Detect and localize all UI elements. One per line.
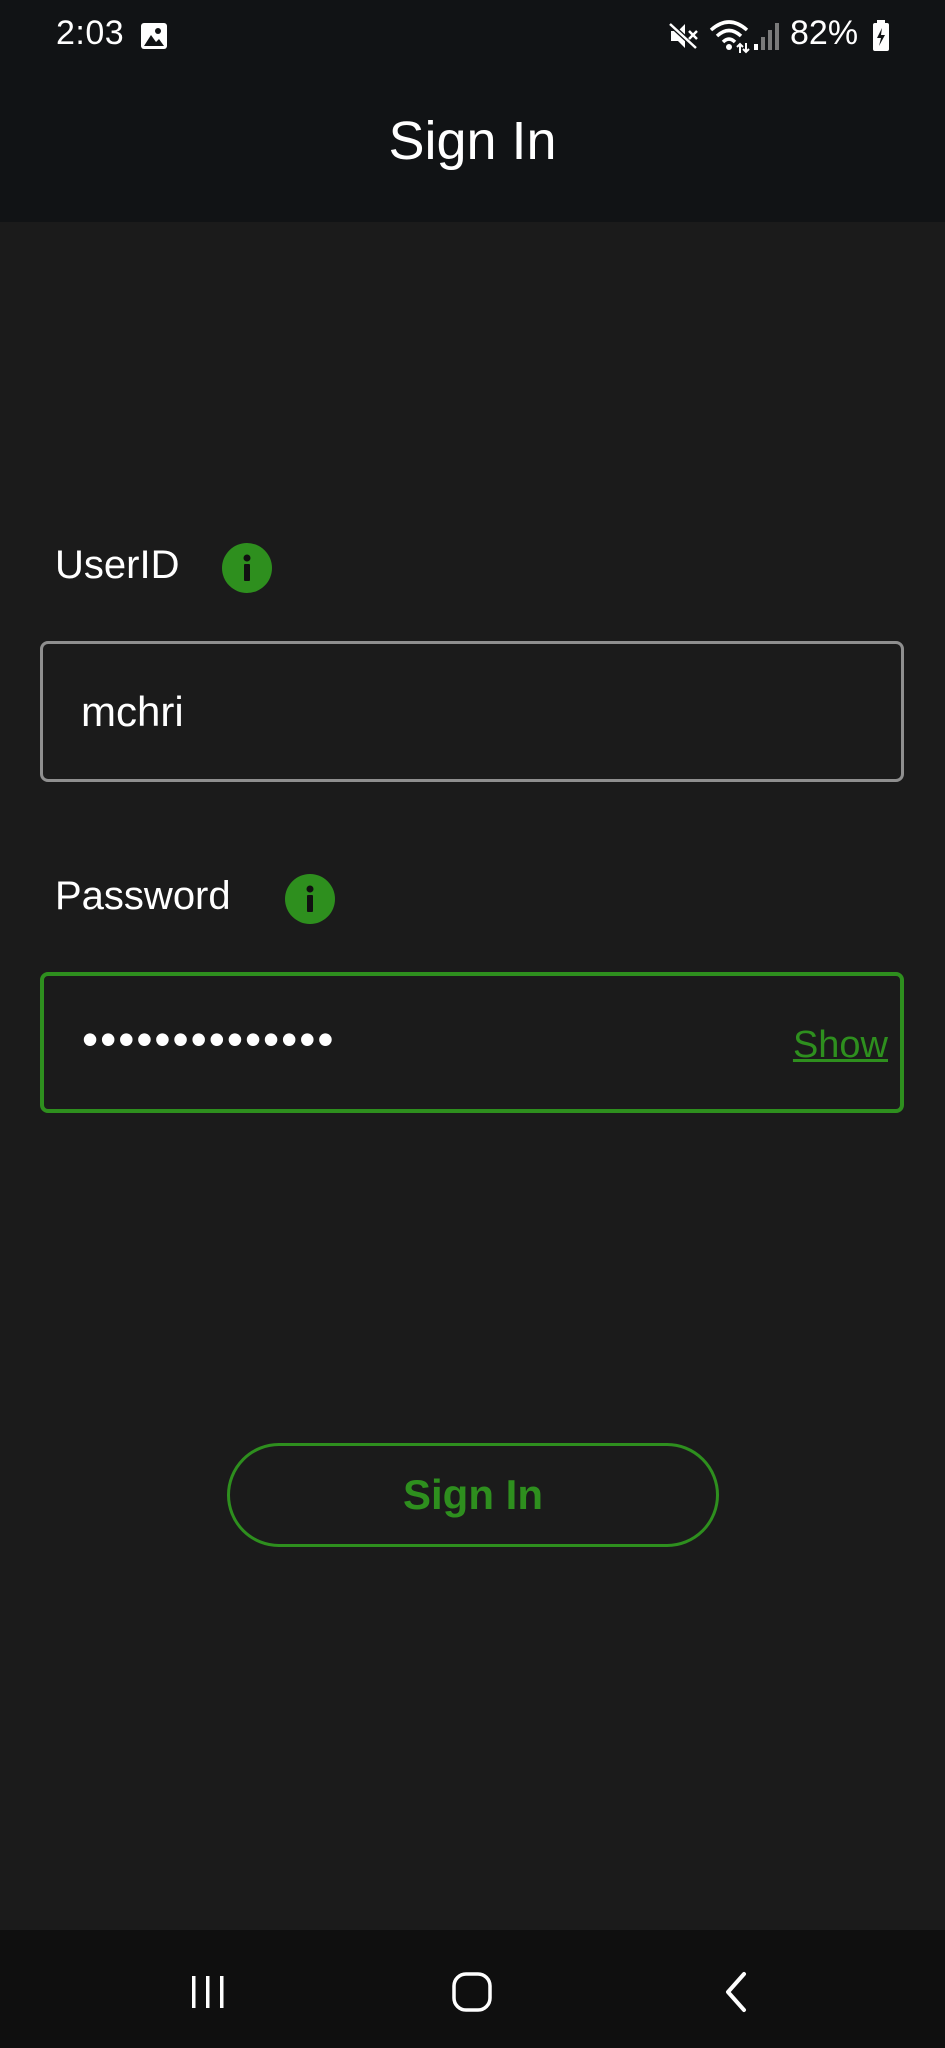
- gallery-icon: [140, 22, 168, 50]
- app-bar: Sign In: [0, 72, 945, 222]
- userid-value: mchri: [81, 688, 184, 735]
- show-password-toggle[interactable]: Show: [793, 1024, 888, 1067]
- battery-percentage: 82%: [790, 14, 859, 52]
- navigation-bar: [0, 1930, 945, 2048]
- status-time: 2:03: [56, 14, 125, 52]
- userid-label: UserID: [55, 543, 180, 587]
- wifi-icon: [708, 18, 750, 54]
- password-info-icon[interactable]: [285, 874, 335, 924]
- signal-icon: [752, 20, 782, 52]
- sign-in-button[interactable]: Sign In: [227, 1443, 719, 1547]
- back-icon[interactable]: [708, 1964, 764, 2020]
- status-bar: 2:03 82%: [0, 0, 945, 72]
- userid-info-icon[interactable]: [222, 543, 272, 593]
- recents-icon[interactable]: [180, 1964, 236, 2020]
- sign-in-screen: 2:03 82% Sign In UserID mchri Password •…: [0, 0, 945, 2048]
- password-value: ••••••••••••••: [82, 1013, 336, 1065]
- battery-icon: [872, 20, 890, 52]
- password-input[interactable]: •••••••••••••• Show: [40, 972, 904, 1113]
- home-icon[interactable]: [444, 1964, 500, 2020]
- userid-input[interactable]: mchri: [40, 641, 904, 782]
- mute-icon: [668, 20, 700, 52]
- password-label: Password: [55, 874, 231, 918]
- page-title: Sign In: [388, 111, 557, 171]
